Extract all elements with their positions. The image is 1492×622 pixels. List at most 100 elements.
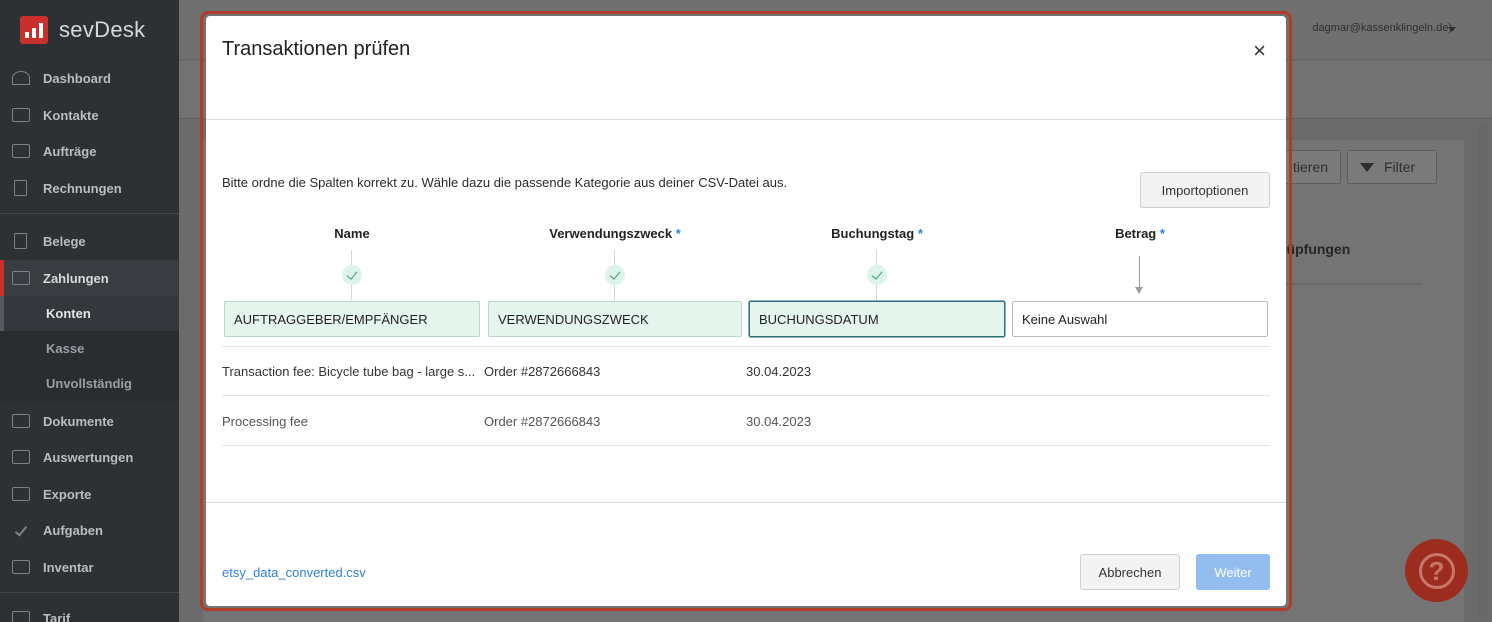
sidebar-item-belege[interactable]: Belege xyxy=(0,223,179,259)
inventory-box-icon xyxy=(12,560,30,574)
sidebar-divider xyxy=(0,592,179,593)
sevdesk-logo-icon xyxy=(20,16,48,44)
next-button[interactable]: Weiter xyxy=(1196,554,1270,590)
export-icon xyxy=(12,487,30,501)
sidebar-item-dashboard[interactable]: Dashboard xyxy=(0,60,179,96)
sidebar-subitem-label: Unvollständig xyxy=(46,376,132,391)
sidebar-item-label: Belege xyxy=(43,233,86,249)
sidebar-item-aufgaben[interactable]: Aufgaben xyxy=(0,512,179,548)
sidebar-item-label: Auswertungen xyxy=(43,449,134,465)
row-divider xyxy=(222,346,1270,347)
column-select-buchungstag[interactable]: BUCHUNGSDATUM xyxy=(749,301,1005,337)
preview-cell-date: 30.04.2023 xyxy=(746,414,812,429)
contacts-icon xyxy=(12,108,30,122)
invoice-icon xyxy=(14,180,27,196)
sidebar: sevDesk Dashboard Kontakte Aufträge Rech… xyxy=(0,0,179,622)
preview-cell-purpose: Order #2872666843 xyxy=(484,364,601,379)
sidebar-item-dokumente[interactable]: Dokumente xyxy=(0,403,179,439)
credit-card-icon xyxy=(12,271,30,285)
column-header-label: Verwendungszweck xyxy=(549,226,673,241)
column-select-verwendungszweck[interactable]: VERWENDUNGSZWECK xyxy=(488,301,742,337)
sidebar-item-auftraege[interactable]: Aufträge xyxy=(0,133,179,169)
sidebar-item-label: Dokumente xyxy=(43,413,114,429)
brand[interactable]: sevDesk xyxy=(0,0,179,60)
reports-icon xyxy=(12,450,30,464)
filter-button[interactable]: Filter xyxy=(1347,150,1437,184)
sidebar-item-label: Aufgaben xyxy=(43,522,103,538)
sidebar-item-label: Kontakte xyxy=(43,107,99,123)
receipt-icon xyxy=(14,233,27,249)
column-select-value: BUCHUNGSDATUM xyxy=(759,311,879,327)
brand-name: sevDesk xyxy=(59,17,146,42)
plan-icon xyxy=(12,611,30,622)
sidebar-item-label: Tarif xyxy=(43,610,71,622)
sidebar-item-label: Aufträge xyxy=(43,143,97,159)
row-divider xyxy=(222,445,1270,446)
column-select-name[interactable]: AUFTRAGGEBER/EMPFÄNGER xyxy=(224,301,480,337)
mapped-check-icon xyxy=(605,265,625,285)
sidebar-item-label: Exporte xyxy=(43,486,92,502)
mapping-instructions: Bitte ordne die Spalten korrekt zu. Wähl… xyxy=(222,175,788,190)
row-divider xyxy=(222,395,1270,396)
column-select-value: VERWENDUNGSZWECK xyxy=(498,311,649,327)
sidebar-item-zahlungen[interactable]: Zahlungen xyxy=(0,260,179,296)
required-marker: * xyxy=(917,226,923,241)
help-button[interactable]: ? xyxy=(1405,539,1468,602)
folder-icon xyxy=(12,144,30,158)
dialog-title: Transaktionen prüfen xyxy=(222,38,411,60)
transaction-review-dialog: Transaktionen prüfen × Bitte ordne die S… xyxy=(206,16,1286,606)
sidebar-divider xyxy=(0,213,179,214)
column-header-name: Name xyxy=(224,226,480,241)
column-header-buchungstag: Buchungstag * xyxy=(749,226,1005,241)
import-options-button[interactable]: Importoptionen xyxy=(1140,172,1270,208)
sidebar-subitem-label: Konten xyxy=(46,306,91,321)
sidebar-item-label: Zahlungen xyxy=(43,270,109,286)
preview-cell-name: Transaction fee: Bicycle tube bag - larg… xyxy=(222,364,476,379)
preview-cell-name: Processing fee xyxy=(222,414,308,429)
mapped-check-icon xyxy=(867,265,887,285)
column-select-betrag[interactable]: Keine Auswahl xyxy=(1012,301,1268,337)
column-header-betrag: Betrag * xyxy=(1012,226,1268,241)
unmapped-arrow xyxy=(1139,256,1140,288)
column-header-label: Buchungstag xyxy=(831,226,915,241)
sidebar-subitem-label: Kasse xyxy=(46,341,85,356)
sidebar-item-label: Rechnungen xyxy=(43,180,122,196)
preview-cell-date: 30.04.2023 xyxy=(746,364,812,379)
arrow-down-icon xyxy=(1135,287,1143,294)
required-marker: * xyxy=(1159,226,1165,241)
sidebar-item-label: Dashboard xyxy=(43,70,111,86)
header-divider xyxy=(206,119,1286,120)
sidebar-item-exporte[interactable]: Exporte xyxy=(0,476,179,512)
documents-icon xyxy=(12,414,30,428)
cancel-button[interactable]: Abbrechen xyxy=(1080,554,1180,590)
csv-file-link[interactable]: etsy_data_converted.csv xyxy=(222,565,366,580)
chevron-down-icon xyxy=(1448,27,1456,32)
sidebar-subitem-unvollstaendig[interactable]: Unvollständig xyxy=(0,366,179,401)
preview-cell-purpose: Order #2872666843 xyxy=(484,414,601,429)
required-marker: * xyxy=(675,226,681,241)
column-header-label: Betrag xyxy=(1115,226,1157,241)
sidebar-item-tarif[interactable]: Tarif xyxy=(0,600,179,622)
sidebar-item-kontakte[interactable]: Kontakte xyxy=(0,97,179,133)
sidebar-item-rechnungen[interactable]: Rechnungen xyxy=(0,170,179,206)
checkmark-icon xyxy=(14,523,28,537)
help-question-icon: ? xyxy=(1418,552,1455,589)
background-partial-button-label: tieren xyxy=(1292,159,1328,175)
sidebar-subitem-kasse[interactable]: Kasse xyxy=(0,331,179,366)
dashboard-icon xyxy=(12,71,30,85)
sidebar-item-auswertungen[interactable]: Auswertungen xyxy=(0,439,179,475)
column-select-value: AUFTRAGGEBER/EMPFÄNGER xyxy=(234,311,428,327)
sidebar-subitem-konten[interactable]: Konten xyxy=(0,296,179,331)
column-select-value: Keine Auswahl xyxy=(1022,311,1108,327)
footer-divider xyxy=(206,502,1286,503)
filter-label: Filter xyxy=(1384,159,1416,175)
column-header-label: Name xyxy=(334,226,370,241)
column-header-verwendungszweck: Verwendungszweck * xyxy=(488,226,742,241)
account-menu[interactable]: dagmar@kassenklingeln.de) xyxy=(1312,22,1452,34)
sidebar-item-label: Inventar xyxy=(43,559,94,575)
filter-icon xyxy=(1360,162,1374,172)
sidebar-item-inventar[interactable]: Inventar xyxy=(0,549,179,585)
background-scrollbar[interactable] xyxy=(1478,122,1488,622)
mapped-check-icon xyxy=(342,265,362,285)
close-icon[interactable]: × xyxy=(1253,40,1266,62)
